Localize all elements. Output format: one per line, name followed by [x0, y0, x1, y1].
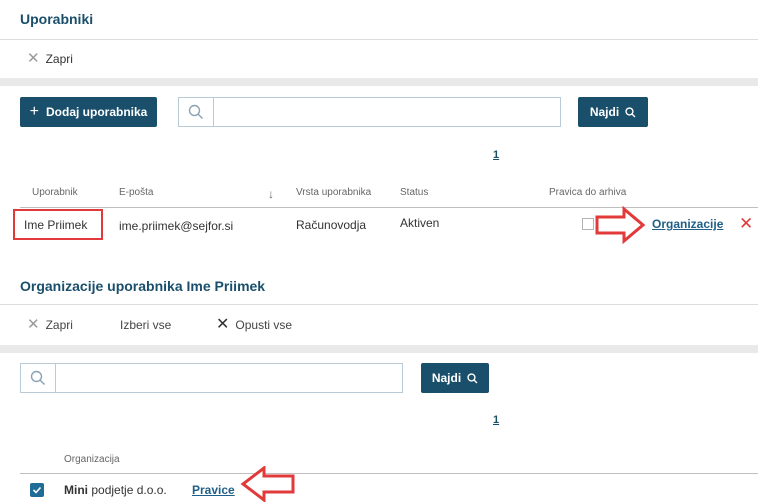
users-close-button[interactable]: ✕ Zapri	[27, 50, 73, 67]
search-icon	[625, 106, 636, 117]
user-type: Računovodja	[296, 218, 367, 232]
deselect-all-label: Opusti vse	[235, 318, 293, 332]
rights-link[interactable]: Pravice	[192, 483, 235, 497]
plus-icon: +	[29, 103, 39, 120]
close-icon: ✕	[216, 316, 230, 333]
organization-checkbox[interactable]	[30, 483, 44, 497]
toolbar-shadow	[0, 345, 758, 353]
orgs-search-box	[20, 363, 403, 393]
add-user-button[interactable]: + Dodaj uporabnika	[20, 97, 157, 127]
users-search-input[interactable]	[214, 98, 560, 126]
organization-name-rest: podjetje d.o.o.	[91, 483, 167, 497]
users-search-icon-cell	[179, 98, 214, 126]
orgs-close-button[interactable]: ✕ Zapri	[27, 316, 73, 333]
orgs-panel-title: Organizacije uporabnika Ime Priimek	[20, 278, 266, 294]
user-email: ime.priimek@sejfor.si	[119, 219, 234, 233]
delete-icon[interactable]: ✕	[739, 214, 753, 234]
sort-arrow-icon[interactable]: ↓	[268, 187, 274, 201]
search-icon	[467, 372, 478, 383]
select-all-button[interactable]: Izberi vse	[120, 318, 171, 332]
annotation-arrow-right-icon	[595, 206, 646, 244]
add-user-label: Dodaj uporabnika	[46, 105, 148, 119]
orgs-search-button-label: Najdi	[431, 371, 462, 385]
column-header-email[interactable]: E-pošta	[119, 187, 153, 198]
checkmark-icon	[32, 486, 42, 494]
column-header-archive-right[interactable]: Pravica do arhiva	[549, 187, 626, 198]
select-all-label: Izberi vse	[120, 318, 172, 332]
deselect-all-button[interactable]: ✕ Opusti vse	[216, 316, 293, 333]
users-close-label: Zapri	[45, 52, 73, 66]
organization-name-bold: Mini	[64, 483, 88, 497]
close-icon: ✕	[27, 316, 40, 333]
search-icon	[188, 104, 203, 119]
orgs-search-button[interactable]: Najdi	[421, 363, 489, 393]
table-header-divider	[20, 207, 758, 208]
users-panel-title: Uporabniki	[20, 11, 94, 27]
orgs-search-input[interactable]	[56, 364, 402, 392]
users-page-link[interactable]: 1	[493, 149, 499, 161]
users-search-box	[178, 97, 561, 127]
archive-right-checkbox[interactable]	[582, 218, 594, 230]
organization-name: Mini podjetje d.o.o.	[64, 483, 167, 497]
user-status: Aktiven	[400, 216, 440, 230]
user-name: Ime Priimek	[24, 218, 88, 232]
orgs-close-label: Zapri	[45, 318, 73, 332]
orgs-search-icon-cell	[21, 364, 56, 392]
orgs-page-link[interactable]: 1	[493, 414, 499, 426]
column-header-user-type[interactable]: Vrsta uporabnika	[296, 187, 371, 198]
divider	[0, 304, 758, 305]
users-search-button-label: Najdi	[589, 105, 620, 119]
column-header-organization[interactable]: Organizacija	[64, 454, 120, 465]
column-header-status[interactable]: Status	[400, 187, 428, 198]
annotation-arrow-left-icon	[240, 466, 295, 502]
close-icon: ✕	[27, 50, 40, 67]
users-search-button[interactable]: Najdi	[578, 97, 648, 127]
divider	[0, 39, 758, 40]
column-header-user[interactable]: Uporabnik	[32, 187, 78, 198]
organizations-link[interactable]: Organizacije	[652, 217, 723, 231]
toolbar-shadow	[0, 78, 758, 86]
table-header-divider	[20, 473, 758, 474]
search-icon	[30, 370, 45, 385]
